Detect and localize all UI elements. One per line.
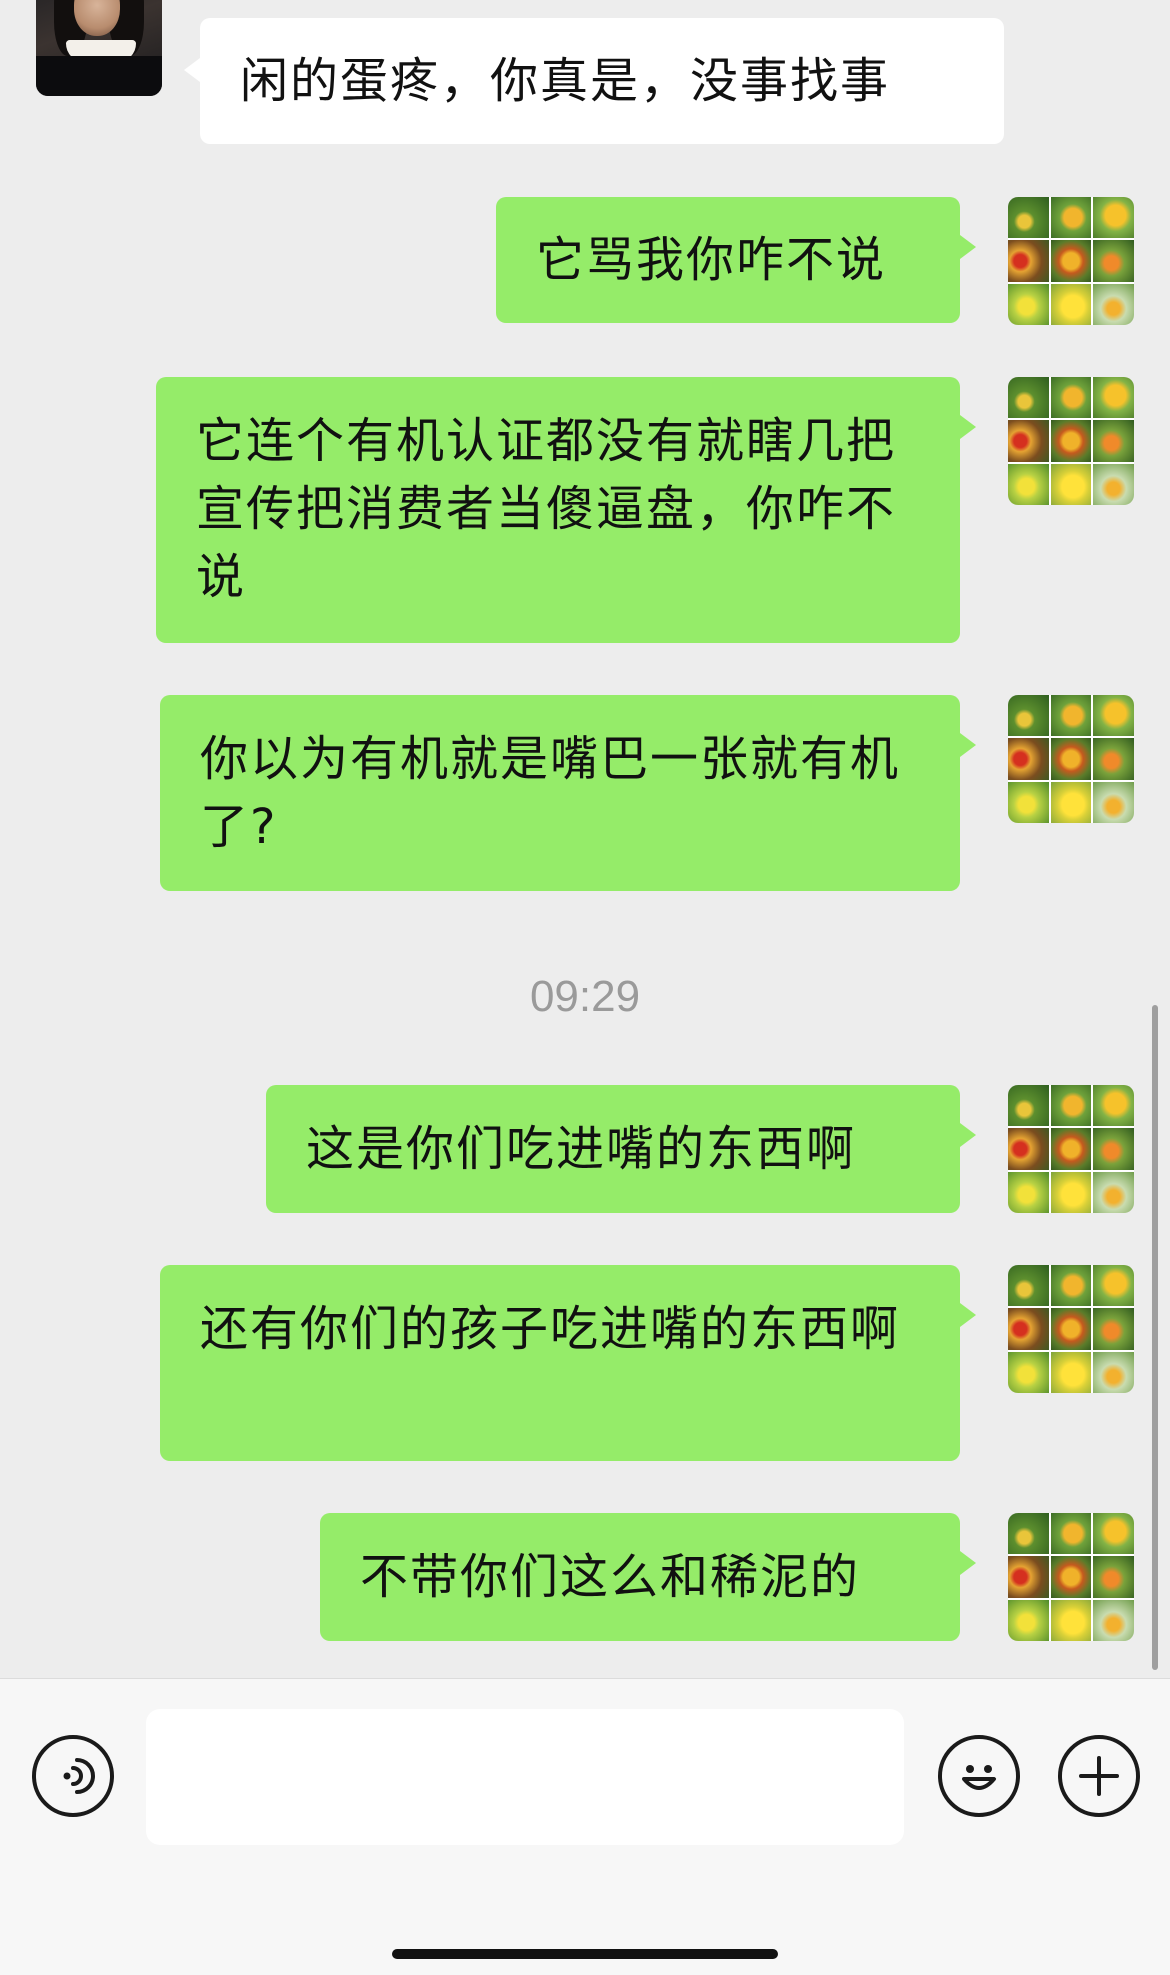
my-avatar[interactable] [1008, 377, 1134, 505]
message-bubble-outgoing[interactable]: 你以为有机就是嘴巴一张就有机了? [160, 695, 976, 891]
chat-area[interactable]: 闲的蛋疼，你真是，没事找事 它骂我你咋不说 它连个有机认证都没有就瞎几把宣传把消… [0, 0, 1170, 1678]
my-avatar[interactable] [1008, 1513, 1134, 1641]
my-avatar[interactable] [1008, 1085, 1134, 1213]
chat-scrollbar[interactable] [1152, 1005, 1158, 1670]
message-bubble-outgoing[interactable]: 这是你们吃进嘴的东西啊 [266, 1085, 976, 1213]
my-avatar[interactable] [1008, 1265, 1134, 1393]
more-button[interactable] [1058, 1735, 1140, 1817]
message-timestamp: 09:29 [529, 972, 641, 1021]
home-indicator[interactable] [392, 1949, 778, 1959]
message-bubble-outgoing[interactable]: 还有你们的孩子吃进嘴的东西啊 [160, 1265, 976, 1461]
emoji-icon [962, 1765, 996, 1790]
plus-icon [1079, 1756, 1119, 1796]
my-avatar[interactable] [1008, 197, 1134, 325]
my-avatar[interactable] [1008, 695, 1134, 823]
emoji-button[interactable] [938, 1735, 1020, 1817]
message-bubble-outgoing[interactable]: 不带你们这么和稀泥的 [320, 1513, 976, 1641]
input-toolbar [0, 1678, 1170, 1975]
message-bubble-outgoing[interactable]: 它连个有机认证都没有就瞎几把宣传把消费者当傻逼盘，你咋不说 [156, 377, 976, 643]
message-bubble-incoming[interactable]: 闲的蛋疼，你真是，没事找事 [184, 18, 1004, 144]
voice-icon [63, 1758, 95, 1794]
message-bubble-outgoing[interactable]: 它骂我你咋不说 [496, 197, 976, 323]
contact-avatar[interactable] [36, 0, 162, 96]
voice-button[interactable] [32, 1735, 114, 1817]
message-input[interactable] [146, 1709, 904, 1845]
